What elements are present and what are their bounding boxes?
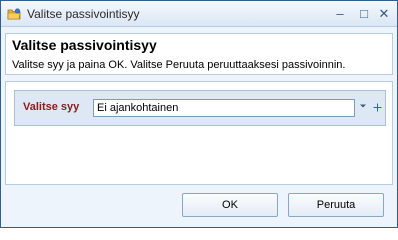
reason-combobox-value: Ei ajankohtainen [97, 102, 179, 114]
footer-panel: OK Peruuta [5, 185, 393, 223]
dialog-instructions: Valitse syy ja paina OK. Valitse Peruuta… [12, 59, 346, 71]
chevron-down-icon[interactable] [357, 99, 369, 117]
reason-combobox[interactable]: Ei ajankohtainen [93, 99, 355, 117]
content-panel: Valitse syy Ei ajankohtainen [5, 81, 393, 185]
dialog-heading: Valitse passivointisyy [12, 37, 157, 53]
reason-label: Valitse syy [23, 101, 80, 113]
dialog-window: Valitse passivointisyy – □ ✕ Valitse pas… [0, 0, 398, 228]
minimize-icon[interactable]: – [331, 5, 349, 23]
header-panel: Valitse passivointisyy Valitse syy ja pa… [5, 33, 393, 75]
folder-app-icon [7, 7, 21, 21]
reason-field-group: Valitse syy Ei ajankohtainen [14, 90, 386, 126]
ok-button[interactable]: OK [182, 193, 278, 217]
maximize-icon[interactable]: □ [355, 5, 373, 23]
close-icon[interactable]: ✕ [375, 5, 393, 23]
title-bar[interactable]: Valitse passivointisyy – □ ✕ [1, 1, 397, 27]
window-title: Valitse passivointisyy [27, 7, 140, 21]
cancel-button[interactable]: Peruuta [288, 193, 384, 217]
plus-icon[interactable] [371, 99, 383, 117]
